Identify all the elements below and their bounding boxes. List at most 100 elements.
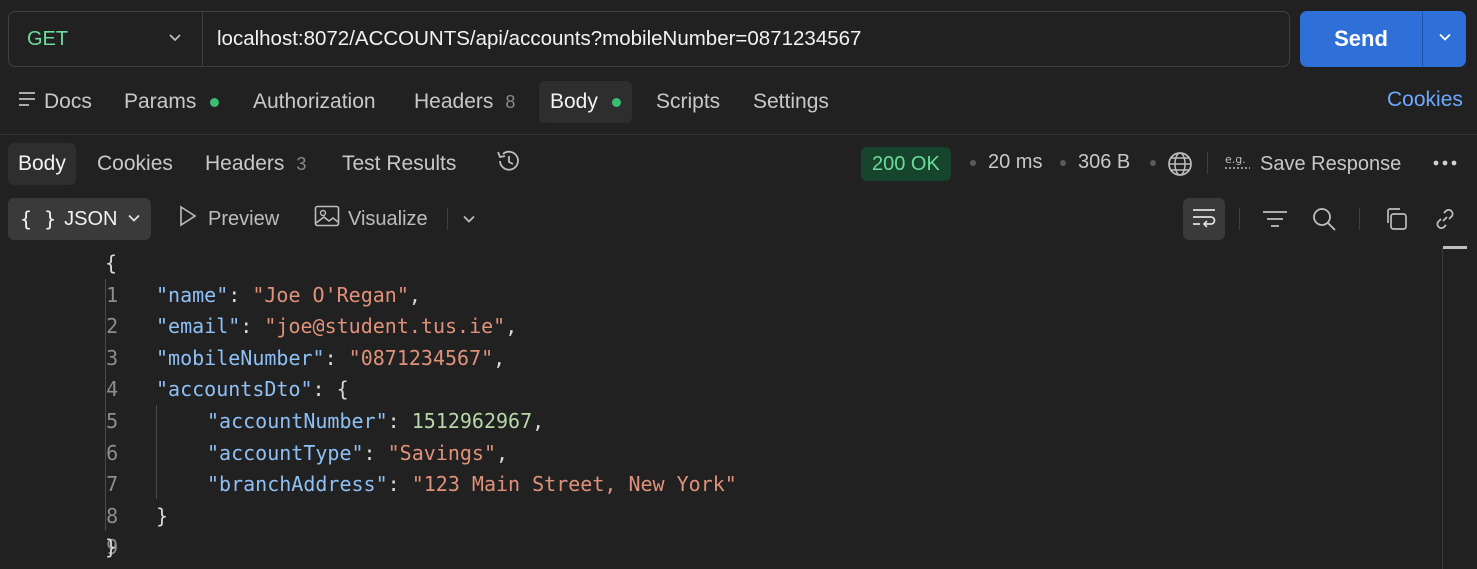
code-line: 5 "accountsDto": {: [0, 374, 349, 433]
url-input[interactable]: [217, 12, 1277, 66]
send-button-group: Send: [1300, 11, 1466, 67]
json-pair: "accountsDto": {: [156, 377, 349, 402]
divider: [0, 134, 1477, 135]
json-key: "email": [156, 314, 241, 339]
wrap-lines-icon: [1191, 205, 1217, 234]
code-token: }: [156, 503, 169, 528]
json-number-value: 1512962967: [411, 409, 533, 433]
tab-authorization[interactable]: Authorization: [253, 81, 376, 123]
indent-guide: [156, 405, 157, 499]
json-key: "mobileNumber": [156, 345, 325, 370]
tab-params[interactable]: Params: [124, 81, 220, 123]
history-button[interactable]: [494, 143, 524, 185]
visualize-options-chevron-icon[interactable]: [454, 204, 484, 234]
divider: [447, 208, 448, 230]
json-string-value: "Joe O'Regan": [252, 282, 409, 307]
code-line: 2 "name": "Joe O'Regan",: [0, 280, 421, 339]
method-select[interactable]: GET: [9, 12, 203, 66]
response-tab-test-results[interactable]: Test Results: [342, 143, 456, 185]
response-body-viewer[interactable]: 1 { 2 "name": "Joe O'Regan", 3 "email": …: [0, 248, 1440, 569]
chevron-down-icon: [1438, 30, 1452, 49]
scrollbar-thumb[interactable]: [1443, 246, 1467, 249]
send-button[interactable]: Send: [1300, 11, 1422, 67]
tab-body-label: Body: [550, 90, 598, 113]
send-options-button[interactable]: [1422, 11, 1466, 67]
code-line: 7 "accountType": "Savings",: [0, 438, 508, 497]
json-key: "accountNumber": [207, 409, 388, 433]
headers-count: 8: [505, 91, 516, 112]
network-globe-icon[interactable]: [1166, 150, 1194, 183]
format-label: JSON: [64, 207, 118, 230]
code-line: 8 "branchAddress": "123 Main Street, New…: [0, 469, 737, 528]
format-select[interactable]: { } JSON: [8, 198, 151, 240]
preview-label: Preview: [208, 207, 280, 230]
response-time[interactable]: 20 ms: [988, 151, 1042, 174]
copy-icon[interactable]: [1381, 204, 1411, 234]
separator-dot: [1150, 160, 1156, 166]
tab-headers-label: Headers: [414, 90, 494, 113]
json-string-value: "0871234567": [348, 345, 494, 370]
tab-settings[interactable]: Settings: [753, 81, 829, 123]
tab-body[interactable]: Body: [539, 81, 632, 123]
scrollbar-track[interactable]: [1442, 248, 1443, 569]
divider: [1359, 208, 1360, 230]
play-icon: [176, 204, 208, 234]
code-token: }: [105, 535, 118, 560]
tab-scripts-label: Scripts: [656, 90, 721, 113]
json-string-value: "123 Main Street, New York": [411, 472, 737, 497]
tab-params-label: Params: [124, 90, 197, 113]
response-tab-headers[interactable]: Headers 3: [205, 143, 306, 185]
status-badge[interactable]: 200 OK: [861, 147, 951, 181]
search-icon[interactable]: [1309, 204, 1339, 234]
params-indicator-dot: [210, 97, 220, 107]
history-icon: [494, 146, 524, 182]
tab-docs-label: Docs: [44, 90, 92, 113]
code-line: 9 }: [0, 501, 168, 560]
json-pair: "branchAddress": "123 Main Street, New Y…: [207, 472, 737, 497]
code-line: 4 "mobileNumber": "0871234567",: [0, 343, 505, 402]
filter-icon[interactable]: [1260, 204, 1290, 234]
response-size[interactable]: 306 B: [1078, 151, 1130, 174]
json-string-value: "joe@student.tus.ie": [264, 314, 506, 339]
response-tab-headers-label: Headers: [205, 152, 285, 175]
code-line: 1 {: [0, 248, 118, 307]
json-pair: "email": "joe@student.tus.ie",: [156, 314, 518, 339]
response-headers-count: 3: [296, 153, 307, 174]
response-tab-body[interactable]: Body: [8, 143, 76, 185]
json-key: "accountType": [207, 440, 364, 465]
body-indicator-dot: [611, 97, 621, 107]
tab-docs[interactable]: Docs: [18, 81, 92, 123]
code-line: 6 "accountNumber": 1512962967,: [0, 406, 544, 465]
docs-icon: [18, 90, 38, 114]
tab-settings-label: Settings: [753, 90, 829, 113]
example-icon: e.g.: [1224, 149, 1252, 179]
visualize-button[interactable]: Visualize: [314, 198, 428, 240]
json-key: "branchAddress": [207, 472, 388, 497]
wrap-lines-button[interactable]: [1183, 198, 1225, 240]
chevron-down-icon: [168, 26, 182, 56]
chevron-down-icon: [127, 208, 141, 231]
braces-icon: { }: [20, 207, 57, 231]
save-response-label: Save Response: [1260, 152, 1402, 175]
json-key: "name": [156, 282, 229, 307]
divider: [1239, 208, 1240, 230]
more-options-icon[interactable]: [1432, 152, 1460, 179]
cookies-link[interactable]: Cookies: [1387, 88, 1463, 112]
svg-text:e.g.: e.g.: [1225, 153, 1246, 166]
separator-dot: [970, 160, 976, 166]
tab-headers[interactable]: Headers 8: [414, 81, 515, 123]
tab-scripts[interactable]: Scripts: [656, 81, 720, 123]
save-response-button[interactable]: e.g. Save Response: [1224, 143, 1401, 185]
response-tab-body-label: Body: [18, 152, 66, 175]
json-key: "accountsDto": [156, 377, 313, 402]
link-icon[interactable]: [1430, 204, 1460, 234]
visualize-label: Visualize: [348, 207, 428, 230]
json-pair: "accountType": "Savings",: [207, 440, 509, 465]
json-pair: "accountNumber": 1512962967,: [207, 409, 545, 433]
code-line: 3 "email": "joe@student.tus.ie",: [0, 311, 517, 370]
response-tab-cookies[interactable]: Cookies: [97, 143, 173, 185]
json-pair: "name": "Joe O'Regan",: [156, 282, 421, 307]
preview-button[interactable]: Preview: [176, 198, 279, 240]
image-icon: [314, 204, 348, 234]
tab-authorization-label: Authorization: [253, 90, 376, 113]
